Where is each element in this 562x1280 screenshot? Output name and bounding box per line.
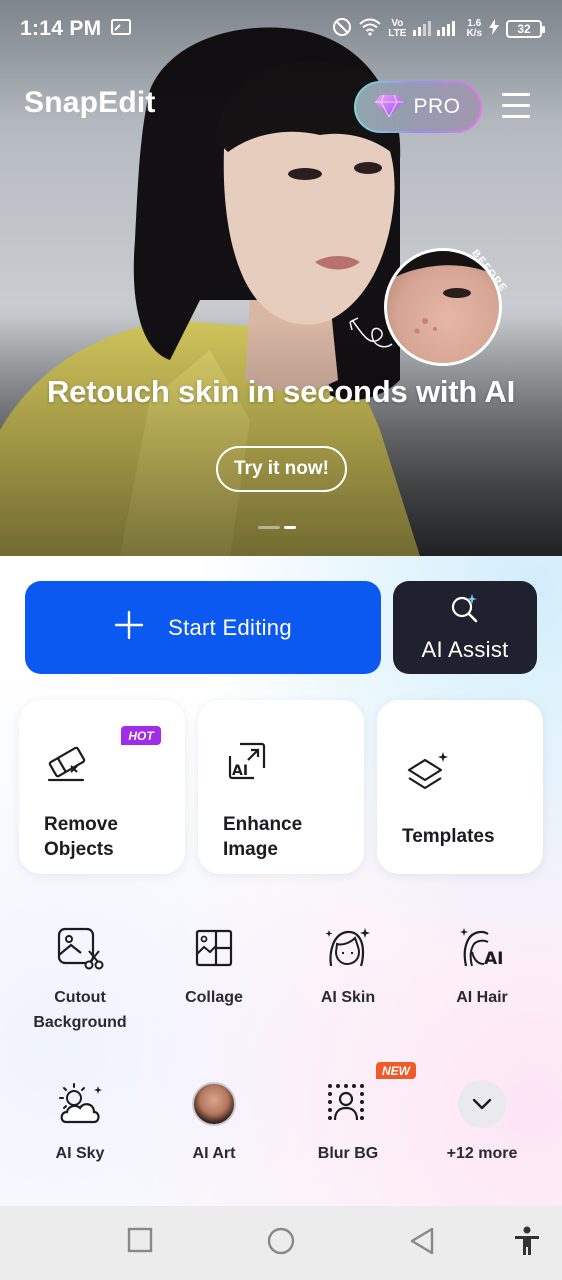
hero-headline: Retouch skin in seconds with AI — [46, 374, 516, 409]
pro-label: PRO — [413, 95, 461, 118]
cast-icon — [111, 18, 132, 41]
start-editing-label: Start Editing — [168, 614, 292, 640]
tool-collage[interactable]: Collage — [154, 920, 274, 1010]
new-badge: NEW — [376, 1062, 416, 1079]
remove-objects-line2: Objects — [44, 839, 114, 860]
status-time: 1:14 PM — [20, 17, 102, 40]
cutout-line2: Background — [33, 1014, 127, 1031]
ai-hair-label: AI Hair — [456, 989, 508, 1006]
hair-ai-icon: AI — [454, 920, 510, 976]
recents-square-icon[interactable] — [126, 1226, 154, 1259]
try-it-now-button[interactable]: Try it now! — [216, 446, 347, 492]
templates-card[interactable]: Templates — [377, 700, 543, 874]
hot-badge: HOT — [121, 726, 161, 745]
tool-blur-bg[interactable]: Blur BG — [288, 1076, 408, 1166]
hero-banner[interactable]: BEFORE Retouch skin in seconds with AI T… — [0, 0, 562, 556]
charging-icon — [489, 18, 499, 40]
pro-button[interactable]: PRO — [354, 81, 482, 133]
templates-label: Templates — [402, 826, 495, 847]
enhance-image-label: Enhance Image — [223, 812, 302, 862]
face-sparkle-icon — [320, 920, 376, 976]
blur-bg-label: Blur BG — [317, 1145, 379, 1162]
enhance-image-line1: Enhance — [223, 814, 303, 835]
home-circle-icon[interactable] — [266, 1226, 296, 1261]
sun-cloud-icon — [52, 1076, 108, 1132]
ai-enhance-icon: AI — [226, 740, 268, 787]
battery-indicator: 32 — [506, 20, 545, 38]
remove-objects-label: Remove Objects — [44, 812, 118, 862]
speed-unit: K/s — [466, 28, 482, 39]
remove-objects-card[interactable]: HOT Remove Objects — [19, 700, 185, 874]
more-tools-label: +12 more — [446, 1145, 518, 1162]
svg-text:AI: AI — [484, 949, 503, 969]
status-bar: 1:14 PM Vo LTE 1.6 K/s 32 — [0, 0, 562, 58]
eraser-icon — [45, 740, 89, 789]
system-navigation-bar — [0, 1206, 562, 1280]
back-triangle-icon[interactable] — [408, 1226, 436, 1261]
hamburger-menu-icon[interactable] — [502, 93, 534, 119]
more-tools-button[interactable]: +12 more — [422, 1076, 542, 1166]
diamond-icon — [375, 93, 404, 122]
carousel-dot-active — [284, 526, 296, 529]
tool-ai-hair[interactable]: AI AI Hair — [422, 920, 542, 1010]
collage-label: Collage — [185, 989, 243, 1006]
start-editing-button[interactable]: Start Editing — [25, 581, 381, 674]
ai-skin-label: AI Skin — [320, 989, 376, 1006]
tool-cutout-background[interactable]: Cutout Background — [20, 920, 140, 1035]
signal-icon — [413, 18, 459, 41]
volte-indicator: Vo LTE — [388, 19, 406, 39]
do-not-disturb-icon — [332, 17, 352, 42]
ai-assist-button[interactable]: AI Assist — [393, 581, 537, 674]
ai-search-sparkle-icon — [449, 592, 481, 629]
tool-ai-skin[interactable]: AI Skin — [288, 920, 408, 1010]
volte-bottom: LTE — [388, 28, 407, 39]
ai-assist-label: AI Assist — [421, 637, 509, 662]
tool-ai-art[interactable]: AI Art — [154, 1076, 274, 1166]
tool-ai-sky[interactable]: AI Sky — [20, 1076, 140, 1166]
ai-sky-label: AI Sky — [55, 1145, 105, 1162]
more-tools-circle — [454, 1076, 510, 1132]
ai-art-label: AI Art — [192, 1145, 236, 1162]
cutout-background-label: Cutout Background — [20, 985, 140, 1035]
enhance-image-line2: Image — [223, 839, 278, 860]
collage-icon — [186, 920, 242, 976]
cutout-icon — [52, 920, 108, 976]
main-content: Start Editing AI Assist HOT Remove Objec… — [0, 556, 562, 1206]
accessibility-icon[interactable] — [513, 1226, 541, 1261]
plus-icon — [114, 610, 144, 645]
remove-objects-line1: Remove — [44, 814, 118, 835]
ai-art-thumbnail — [186, 1076, 242, 1132]
app-title: SnapEdit — [24, 86, 156, 119]
layers-sparkle-icon — [405, 752, 449, 801]
chevron-down-icon — [458, 1080, 506, 1128]
carousel-dot — [258, 526, 280, 529]
ai-art-avatar — [192, 1082, 236, 1126]
wifi-icon — [359, 18, 381, 41]
network-speed: 1.6 K/s — [466, 19, 482, 39]
svg-text:AI: AI — [232, 763, 248, 779]
carousel-indicator — [258, 526, 296, 529]
enhance-image-card[interactable]: AI Enhance Image — [198, 700, 364, 874]
blur-person-icon — [320, 1076, 376, 1132]
cutout-line1: Cutout — [54, 989, 106, 1006]
